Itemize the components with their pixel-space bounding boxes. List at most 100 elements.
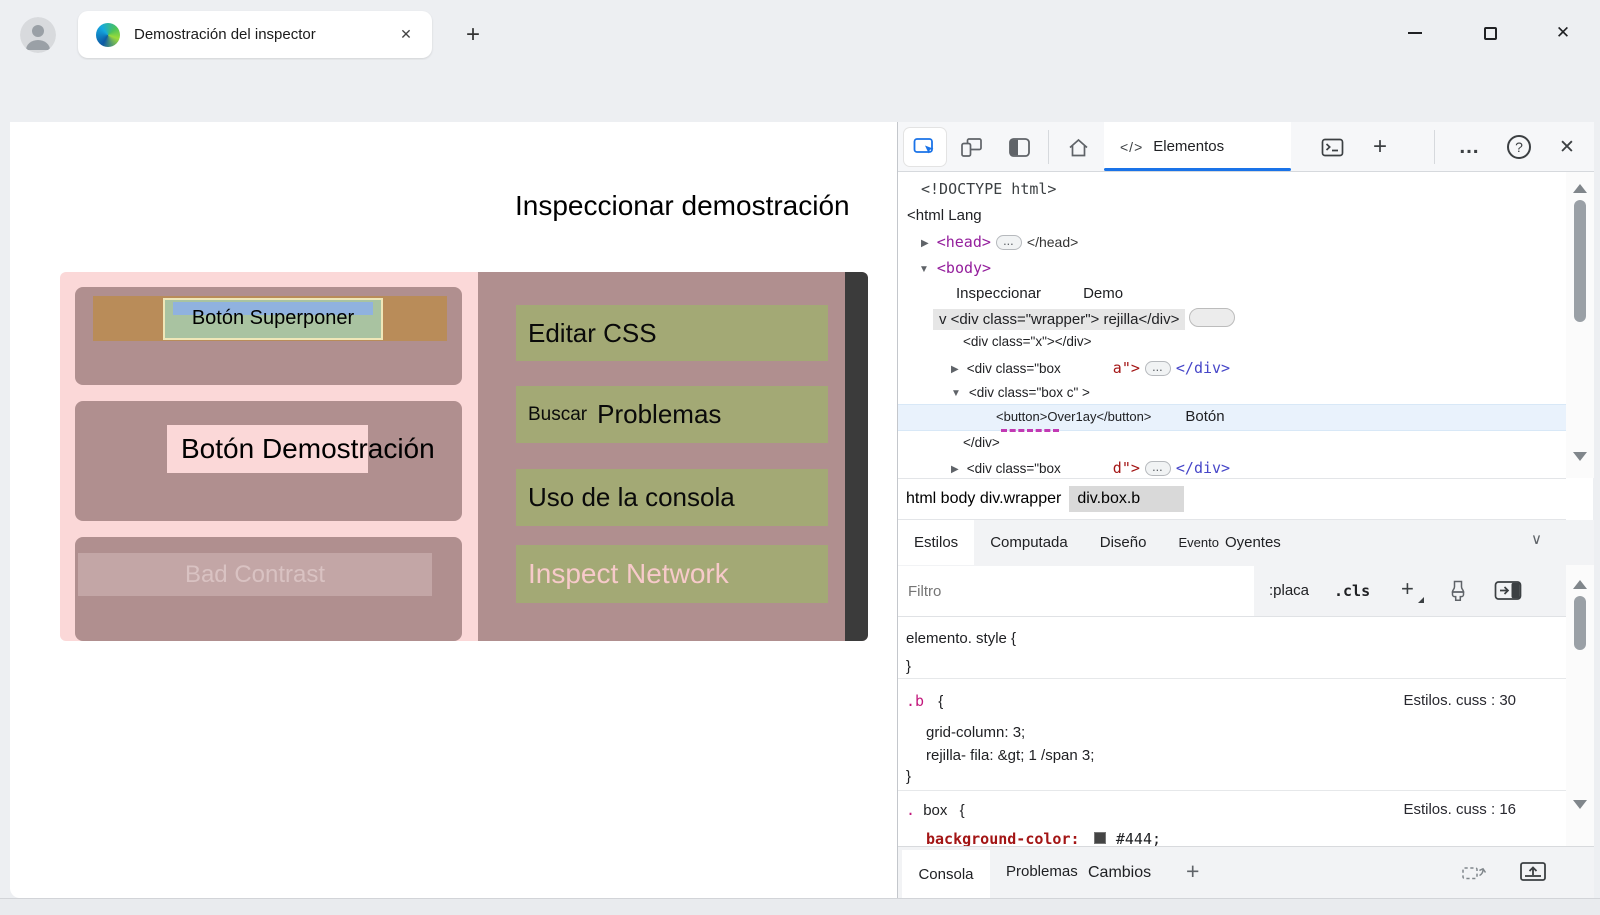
bad-contrast-button[interactable]: Bad Contrast: [78, 553, 432, 596]
window-maximize-button[interactable]: [1473, 18, 1507, 48]
rule-divider-2: [898, 790, 1566, 791]
dashed-dock-icon: [1461, 860, 1489, 884]
console-panel-button[interactable]: [1311, 128, 1353, 166]
tab-close-icon[interactable]: ✕: [392, 21, 420, 49]
edit-css-button[interactable]: Editar CSS: [516, 305, 828, 361]
box-d-class: d">: [1113, 459, 1140, 477]
scroll-up-arrow[interactable]: [1573, 580, 1587, 589]
rule-b-selector-line[interactable]: .b {: [906, 692, 943, 710]
dom-box-c-node[interactable]: ▼ <div class="box c" >: [951, 385, 1090, 400]
dom-head-node[interactable]: ▶ <head> ... </head>: [921, 233, 1078, 252]
rule-box-selector-line[interactable]: . box {: [906, 801, 965, 819]
expander-icon[interactable]: ▶: [951, 364, 959, 375]
devtools-menu-button[interactable]: …: [1448, 128, 1490, 166]
devtools-drawer: Consola Problemas Cambios +: [898, 846, 1594, 898]
more-tabs-button[interactable]: +: [1359, 128, 1401, 166]
welcome-home-button[interactable]: [1057, 128, 1099, 166]
dom-button-node-selected[interactable]: <button>Over1ay</button> Botón: [996, 408, 1225, 425]
tab-styles[interactable]: Estilos: [898, 520, 974, 565]
window-minimize-button[interactable]: [1398, 18, 1432, 48]
drawer-add-tab-button[interactable]: +: [1186, 858, 1199, 885]
panel-layout-button[interactable]: [998, 128, 1040, 166]
breadcrumb-selected[interactable]: div.box.b: [1069, 486, 1184, 512]
devtools-toolbar: </> Elementos + … ? ✕: [898, 122, 1594, 172]
drawer-tab-changes[interactable]: Cambios: [1088, 864, 1151, 882]
styles-filter-input[interactable]: [898, 566, 1254, 616]
dom-body-node[interactable]: ▼ <body>: [919, 259, 991, 277]
tab-title: Demostración del inspector: [134, 26, 392, 43]
dom-scrollbar[interactable]: [1566, 172, 1594, 478]
tab-computed[interactable]: Computada: [974, 520, 1084, 565]
window-bottom-edge: [0, 898, 1600, 915]
collapsed-ellipsis-badge[interactable]: ...: [996, 235, 1022, 250]
property-background-color[interactable]: background-color: #444;: [926, 830, 1161, 846]
dom-html-node[interactable]: <html Lang: [907, 207, 982, 224]
drawer-tab-console[interactable]: Consola: [902, 850, 990, 899]
expand-up-icon: [1519, 860, 1547, 884]
styles-scrollbar[interactable]: [1566, 565, 1594, 846]
device-emulation-button[interactable]: [950, 128, 992, 166]
devtools-close-button[interactable]: ✕: [1546, 128, 1588, 166]
drawer-tab-issues[interactable]: Problemas: [1006, 863, 1078, 880]
expander-icon[interactable]: ▶: [921, 238, 929, 249]
box-d-close: </div>: [1176, 459, 1230, 477]
selector-box: box: [923, 802, 947, 819]
grid-adorner-badge[interactable]: [1189, 308, 1235, 327]
property-grid-column[interactable]: grid-column: 3;: [926, 724, 1025, 741]
inspect-element-button[interactable]: [904, 128, 946, 166]
sidebar-toggle-button[interactable]: [1494, 580, 1522, 606]
scrollbar-thumb[interactable]: [1574, 200, 1586, 322]
dom-box-a-node[interactable]: ▶ <div class="box a"> ... </div>: [951, 359, 1230, 378]
expander-icon[interactable]: ▶: [951, 464, 959, 475]
stylesheet-link-b[interactable]: Estilos. cuss : 30: [1403, 692, 1516, 709]
profile-avatar[interactable]: [20, 17, 56, 53]
overlay-button-label: Botón Superponer: [165, 307, 381, 330]
dom-box-d-node[interactable]: ▶ <div class="box d"> ... </div>: [951, 459, 1230, 478]
breadcrumb-path[interactable]: html body div.wrapper: [906, 490, 1061, 508]
dom-x-node[interactable]: <div class="x"></div>: [963, 334, 1092, 349]
open-brace: {: [960, 802, 965, 819]
stylesheet-link-box[interactable]: Estilos. cuss : 16: [1403, 801, 1516, 818]
collapsed-ellipsis-badge[interactable]: ...: [1145, 461, 1171, 476]
new-tab-button[interactable]: +: [458, 20, 488, 50]
find-issues-button[interactable]: Buscar Problemas: [516, 386, 828, 443]
new-style-rule-button[interactable]: +: [1401, 576, 1414, 602]
color-swatch[interactable]: [1094, 832, 1106, 844]
dock-toggle-icon: [1494, 580, 1522, 601]
property-name: background-color:: [926, 830, 1080, 846]
collapsed-ellipsis-badge[interactable]: ...: [1145, 361, 1171, 376]
tab-event-listeners[interactable]: Evento Oyentes: [1162, 520, 1296, 565]
box-c-open: <div class="box c" >: [969, 385, 1090, 400]
dom-wrapper-node[interactable]: v <div class="wrapper"> rejilla</div>: [933, 305, 1235, 330]
dom-box-c-close[interactable]: </div>: [963, 435, 1000, 450]
tab-layout[interactable]: Diseño: [1084, 520, 1163, 565]
drawer-expand-button[interactable]: [1519, 860, 1547, 889]
property-grid-row[interactable]: rejilla- fila: &gt; 1 /span 3;: [926, 747, 1094, 764]
dom-text-node[interactable]: Inspeccionar Demo: [956, 285, 1123, 302]
scroll-down-arrow[interactable]: [1573, 800, 1587, 809]
event-listeners-label-big: Oyentes: [1225, 534, 1281, 551]
console-usage-button[interactable]: Uso de la consola: [516, 469, 828, 526]
color-format-button[interactable]: [1448, 579, 1468, 608]
window-close-button[interactable]: ✕: [1546, 18, 1580, 48]
inline-style-rule[interactable]: elemento. style {: [906, 630, 1016, 647]
drawer-restore-button[interactable]: [1461, 860, 1489, 889]
scroll-down-arrow[interactable]: [1573, 452, 1587, 461]
devtools-help-button[interactable]: ?: [1498, 128, 1540, 166]
demo-button[interactable]: Botón Demostración: [167, 425, 368, 473]
button-node-code: <button>Over1ay</button>: [996, 409, 1151, 424]
chevron-down-icon[interactable]: ∨: [1531, 530, 1542, 548]
dom-doctype[interactable]: <!DOCTYPE html>: [921, 180, 1056, 198]
expander-icon[interactable]: ▼: [919, 264, 929, 275]
scrollbar-thumb[interactable]: [1574, 596, 1586, 650]
scroll-up-arrow[interactable]: [1573, 184, 1587, 193]
overlay-button-highlighted[interactable]: Botón Superponer: [163, 298, 383, 340]
browser-tab[interactable]: Demostración del inspector ✕: [78, 11, 432, 58]
toggle-element-state[interactable]: :placa: [1269, 582, 1309, 599]
expander-icon[interactable]: ▼: [951, 388, 961, 399]
devtools-panel: </> Elementos + … ? ✕ <!DOCTYPE html> <h…: [897, 122, 1593, 898]
toggle-classes[interactable]: .cls: [1334, 582, 1370, 600]
inspect-network-button[interactable]: Inspect Network: [516, 545, 828, 603]
inspect-icon: [913, 136, 938, 158]
tab-elements[interactable]: </> Elementos: [1104, 122, 1291, 171]
